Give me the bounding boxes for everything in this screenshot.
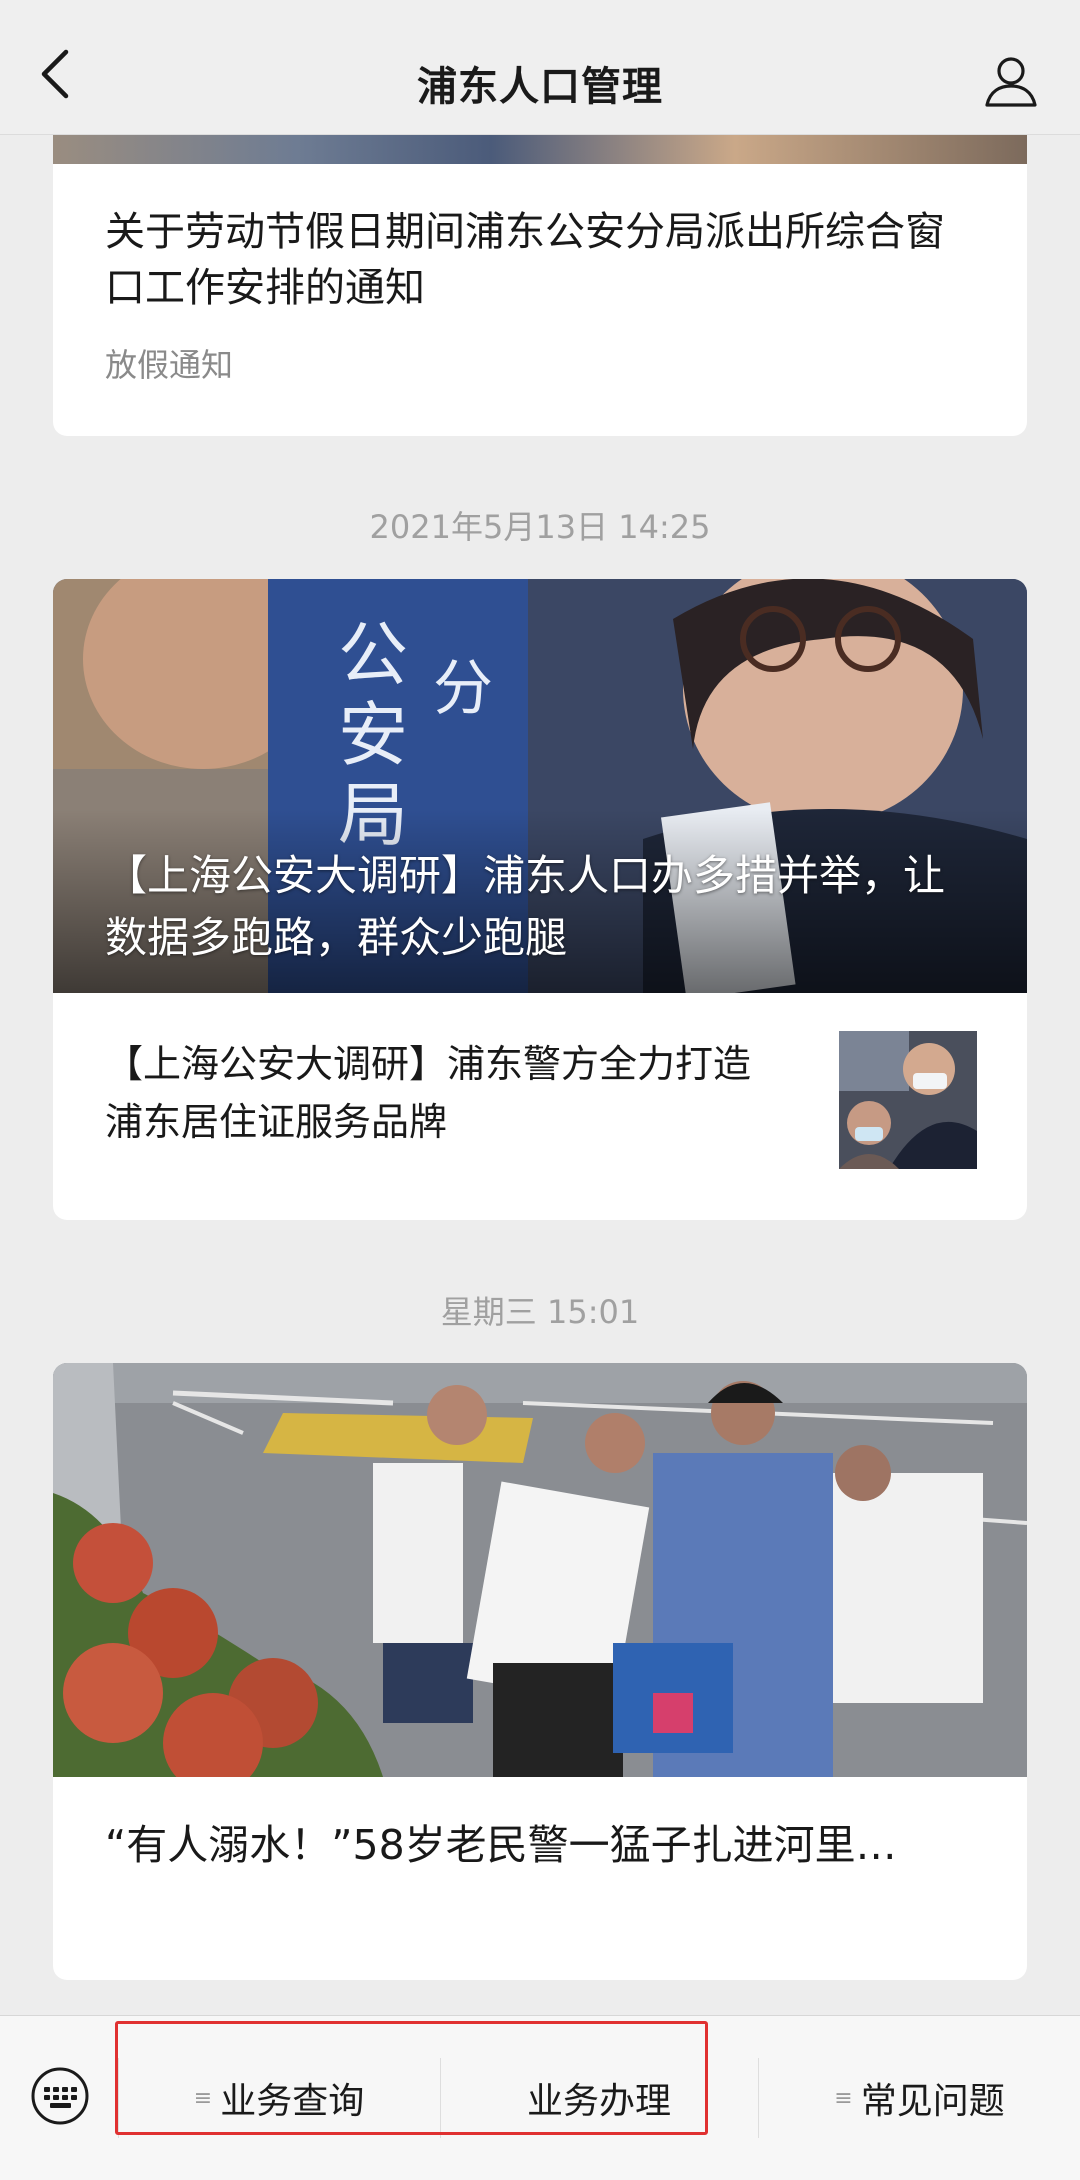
keyboard-icon[interactable]: [30, 2066, 90, 2126]
menu-list-icon: ≡: [193, 2085, 213, 2111]
banner-photo-text: 公: [338, 614, 408, 696]
article-card[interactable]: 公 安 局 分 【上海公安大调研】浦东人口办多措并: [53, 579, 1027, 1220]
user-icon[interactable]: [984, 54, 1038, 108]
svg-text:安: 安: [338, 694, 408, 776]
article-title[interactable]: “有人溺水！”58岁老民警一猛子扎进河里…: [105, 1815, 975, 1875]
menu-list-icon: ≡: [834, 2085, 853, 2111]
menu-item-business-handling[interactable]: 业务办理: [441, 2016, 757, 2180]
article-title[interactable]: 关于劳动节假日期间浦东公安分局派出所综合窗口工作安排的通知: [105, 204, 975, 316]
rescue-scene-photo: [53, 1363, 1027, 1777]
timestamp: 星期三 15:01: [440, 1293, 640, 1331]
menu-item-label: 业务办理: [526, 2081, 671, 2122]
article-card[interactable]: 关于劳动节假日期间浦东公安分局派出所综合窗口工作安排的通知 放假通知: [53, 100, 1027, 436]
top-nav-bar: 浦东人口管理: [0, 0, 1080, 135]
menu-item-label: 业务查询: [220, 2081, 365, 2122]
bottom-menu-bar: ≡ 业务查询 业务办理 ≡ 常见问题: [0, 2015, 1080, 2180]
menu-item-faq[interactable]: ≡ 常见问题: [759, 2016, 1080, 2180]
article-headline[interactable]: 【上海公安大调研】浦东人口办多措并举，让数据多跑路，群众少跑腿: [105, 845, 975, 969]
article-cover-image[interactable]: [53, 1363, 1027, 1777]
article-tag: 放假通知: [105, 346, 234, 384]
page-title: 浦东人口管理: [417, 64, 663, 110]
timestamp: 2021年5月13日 14:25: [369, 508, 711, 546]
article-thumbnail[interactable]: [839, 1031, 977, 1169]
article-card[interactable]: “有人溺水！”58岁老民警一猛子扎进河里…: [53, 1363, 1027, 1980]
menu-item-label: 常见问题: [860, 2081, 1005, 2122]
thumbnail-photo: [839, 1031, 977, 1169]
article-sub-item-title[interactable]: 【上海公安大调研】浦东警方全力打造浦东居住证服务品牌: [105, 1035, 785, 1151]
menu-item-business-query[interactable]: ≡ 业务查询: [118, 2016, 440, 2180]
article-cover-image[interactable]: 公 安 局 分 【上海公安大调研】浦东人口办多措并: [53, 579, 1027, 993]
svg-text:分: 分: [433, 654, 493, 724]
